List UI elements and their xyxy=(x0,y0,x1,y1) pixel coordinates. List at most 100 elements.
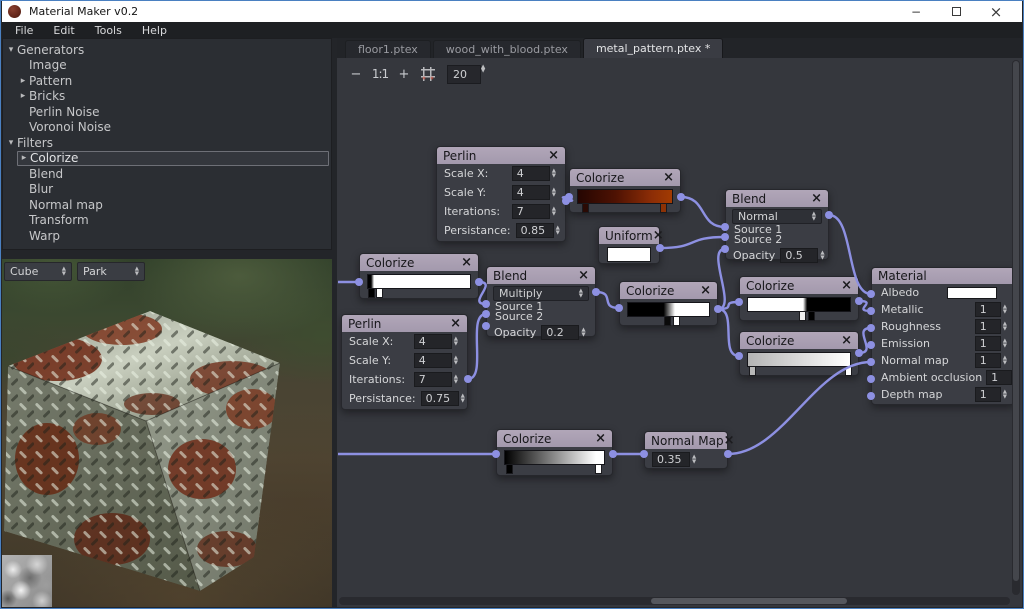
preview-model-select[interactable]: Cube ▲▼ xyxy=(4,262,72,281)
zoom-out-button[interactable]: − xyxy=(347,65,365,83)
albedo-color-swatch[interactable] xyxy=(947,287,997,299)
tree-right-arrow-icon[interactable]: ▸ xyxy=(17,76,29,86)
graph-node-blend2[interactable]: Blend×Multiply▲▼Source 1Source 2Opacity0… xyxy=(486,266,596,337)
node-title-bar[interactable]: Colorize× xyxy=(360,254,478,271)
menu-help[interactable]: Help xyxy=(133,24,176,37)
spin-value[interactable]: 0.35 xyxy=(652,452,690,467)
gradient-editor[interactable] xyxy=(367,274,471,298)
spin-arrows-icon[interactable]: ▲▼ xyxy=(550,204,558,219)
sidebar-item-generators[interactable]: ▾Generators xyxy=(5,42,331,58)
grid-size-value[interactable]: 20 xyxy=(447,65,481,84)
gradient-editor[interactable] xyxy=(747,297,851,321)
sidebar-item-bricks[interactable]: ▸Bricks xyxy=(17,89,331,105)
material-spinbox[interactable]: 1▲▼ xyxy=(975,319,1009,334)
spin-value[interactable]: 1 xyxy=(986,370,1012,385)
gradient-stop-handle[interactable] xyxy=(660,203,667,213)
spin-value[interactable]: 0.5 xyxy=(780,248,818,263)
node-title-bar[interactable]: Perlin× xyxy=(342,315,467,332)
gradient-editor[interactable] xyxy=(627,302,710,326)
snap-grid-button[interactable] xyxy=(419,65,437,83)
gradient-stop-handle[interactable] xyxy=(673,316,680,326)
maximize-button[interactable] xyxy=(936,2,976,22)
node-title-bar[interactable]: Material xyxy=(872,268,1014,284)
sidebar-item-pattern[interactable]: ▸Pattern xyxy=(17,73,331,89)
node-title-bar[interactable]: Colorize× xyxy=(740,332,858,349)
spin-arrows-icon[interactable]: ▲▼ xyxy=(1001,319,1009,334)
graph-node-normalmap[interactable]: Normal Map× 0.35▲▼ xyxy=(644,431,728,469)
field-spinbox[interactable]: 7▲▼ xyxy=(512,204,558,219)
normalmap-amount-spinbox[interactable]: 0.35▲▼ xyxy=(652,452,720,467)
node-close-icon[interactable]: × xyxy=(595,432,606,445)
gradient-stop-handle[interactable] xyxy=(368,288,375,298)
spin-arrows-icon[interactable]: ▲▼ xyxy=(452,353,460,368)
zoom-reset-button[interactable]: 1:1 xyxy=(371,65,389,83)
spin-value[interactable]: 0.85 xyxy=(516,223,554,238)
graph-node-material[interactable]: MaterialAlbedoMetallic1▲▼Roughness1▲▼Emi… xyxy=(871,267,1015,405)
gradient-bar[interactable] xyxy=(627,302,710,317)
field-spinbox[interactable]: 4▲▼ xyxy=(414,353,460,368)
spin-arrows-icon[interactable]: ▲▼ xyxy=(554,223,562,238)
node-title-bar[interactable]: Colorize× xyxy=(620,282,717,299)
gradient-bar[interactable] xyxy=(747,297,851,312)
field-spinbox[interactable]: 0.75▲▼ xyxy=(421,391,467,406)
graph-node-colorizeD[interactable]: Colorize× xyxy=(739,276,859,321)
spin-arrows-icon[interactable]: ▲▼ xyxy=(818,248,826,263)
graph-hscrollbar[interactable] xyxy=(339,597,1010,605)
material-spinbox[interactable]: 1▲▼ xyxy=(975,302,1009,317)
graph-node-perlin2[interactable]: Perlin×Scale X:4▲▼Scale Y:4▲▼Iterations:… xyxy=(341,314,468,410)
node-close-icon[interactable]: × xyxy=(700,284,711,297)
spin-arrows-icon[interactable]: ▲▼ xyxy=(550,185,558,200)
graph-node-uniform[interactable]: Uniform× xyxy=(598,226,660,264)
node-title-bar[interactable]: Colorize× xyxy=(497,430,612,447)
sidebar-item-blend[interactable]: Blend xyxy=(17,166,331,182)
node-close-icon[interactable]: × xyxy=(841,279,852,292)
node-close-icon[interactable]: × xyxy=(724,434,735,447)
menu-file[interactable]: File xyxy=(6,24,42,37)
zoom-in-button[interactable]: + xyxy=(395,65,413,83)
gradient-editor[interactable] xyxy=(577,189,673,213)
sidebar-item-filters[interactable]: ▾Filters xyxy=(5,135,331,151)
preview-3d[interactable]: Cube ▲▼ Park ▲▼ xyxy=(2,259,332,607)
spin-arrows-icon[interactable]: ▲▼ xyxy=(1001,353,1009,368)
gradient-editor[interactable] xyxy=(504,450,605,474)
gradient-stop-handle[interactable] xyxy=(845,366,852,376)
gradient-stop-handle[interactable] xyxy=(799,311,806,321)
gradient-bar[interactable] xyxy=(504,450,605,465)
node-title-bar[interactable]: Normal Map× xyxy=(645,432,727,449)
graph-node-colorizeB[interactable]: Colorize× xyxy=(359,253,479,299)
sidebar-item-image[interactable]: Image xyxy=(17,58,331,74)
spin-arrows-icon[interactable]: ▲▼ xyxy=(1001,336,1009,351)
material-spinbox[interactable]: 1▲▼ xyxy=(975,387,1009,402)
sidebar-item-colorize[interactable]: ▸Colorize xyxy=(17,151,329,167)
spin-arrows-icon[interactable]: ▲▼ xyxy=(550,166,558,181)
gradient-bar[interactable] xyxy=(747,352,851,367)
material-spinbox[interactable]: 1▲▼ xyxy=(975,353,1009,368)
field-spinbox[interactable]: 4▲▼ xyxy=(512,166,558,181)
node-title-bar[interactable]: Blend× xyxy=(487,267,595,284)
spin-value[interactable]: 0.2 xyxy=(541,325,579,340)
grid-size-spinbox[interactable]: 20 ▲▼ xyxy=(447,65,485,84)
spin-value[interactable]: 4 xyxy=(512,166,550,181)
preview-environment-select[interactable]: Park ▲▼ xyxy=(77,262,145,281)
sidebar-item-normal-map[interactable]: Normal map xyxy=(17,197,331,213)
gradient-stop-handle[interactable] xyxy=(582,203,589,213)
graph-vscrollbar[interactable] xyxy=(1012,60,1020,595)
tree-right-arrow-icon[interactable]: ▸ xyxy=(18,153,30,163)
graph-hscrollbar-thumb[interactable] xyxy=(651,598,847,604)
node-title-bar[interactable]: Colorize× xyxy=(740,277,858,294)
node-close-icon[interactable]: × xyxy=(841,334,852,347)
spin-arrows-icon[interactable]: ▲▼ xyxy=(1001,302,1009,317)
field-spinbox[interactable]: 4▲▼ xyxy=(512,185,558,200)
graph-node-colorizeF[interactable]: Colorize× xyxy=(496,429,613,476)
graph-vscrollbar-thumb[interactable] xyxy=(1013,61,1019,581)
node-title-bar[interactable]: Uniform× xyxy=(599,227,659,244)
material-spinbox[interactable]: 1▲▼ xyxy=(975,336,1009,351)
gradient-stop-handle[interactable] xyxy=(595,464,602,474)
spin-value[interactable]: 4 xyxy=(512,185,550,200)
gradient-stop-handle[interactable] xyxy=(808,311,815,321)
graph-node-blend1[interactable]: Blend×Normal▲▼Source 1Source 2Opacity0.5… xyxy=(725,189,829,260)
spin-arrows-icon[interactable]: ▲▼ xyxy=(579,325,587,340)
field-spinbox[interactable]: 4▲▼ xyxy=(414,334,460,349)
node-title-bar[interactable]: Perlin× xyxy=(437,147,565,164)
tab-wood-with-blood-ptex[interactable]: wood_with_blood.ptex xyxy=(433,40,581,58)
